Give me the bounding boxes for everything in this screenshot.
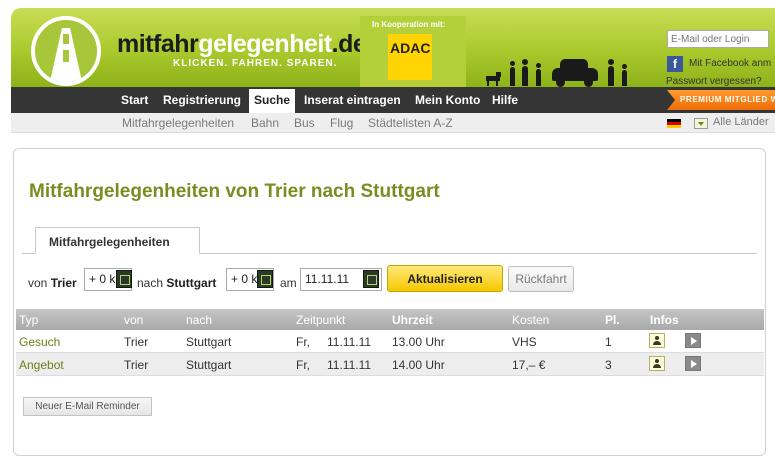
row-time: 14.00 Uhr	[392, 358, 445, 372]
main-nav: Start Registrierung Suche Inserat eintra…	[11, 87, 775, 113]
adac-logo[interactable]: ADAC	[388, 34, 432, 80]
col-typ[interactable]: Typ	[19, 313, 38, 327]
page-title: Mitfahrgelegenheiten von Trier nach Stut…	[29, 181, 440, 202]
row-day: Fr,	[296, 358, 310, 372]
row-day: Fr,	[296, 335, 310, 349]
date-label: am	[280, 276, 297, 290]
cooperation-label: In Kooperation mit:	[372, 20, 446, 29]
nav-item-registrierung[interactable]: Registrierung	[163, 93, 241, 107]
col-plaetze[interactable]: Pl.	[605, 313, 620, 327]
row-time: 13.00 Uhr	[392, 335, 445, 349]
col-kosten[interactable]: Kosten	[512, 313, 549, 327]
subnav-flug[interactable]: Flug	[330, 116, 353, 130]
facebook-icon[interactable]: f	[667, 56, 683, 72]
cooperation-box: In Kooperation mit: ADAC	[360, 16, 466, 87]
row-cost: 17,– €	[512, 358, 546, 372]
row-to: Stuttgart	[186, 358, 232, 372]
row-date: 11.11.11	[327, 335, 372, 349]
nav-item-inserat-eintragen[interactable]: Inserat eintragen	[304, 93, 401, 107]
calendar-icon[interactable]	[363, 270, 379, 288]
return-trip-button[interactable]: Rückfahrt	[508, 266, 574, 292]
col-zeitpunkt[interactable]: Zeitpunkt	[296, 313, 345, 327]
row-seats: 1	[605, 335, 612, 349]
row-type[interactable]: Gesuch	[19, 335, 60, 349]
country-select[interactable]: Alle Länder	[713, 116, 769, 128]
col-infos: Infos	[650, 313, 679, 327]
new-email-reminder-button[interactable]: Neuer E-Mail Reminder	[23, 397, 152, 416]
subnav-bus[interactable]: Bus	[294, 116, 315, 130]
row-from: Trier	[124, 335, 149, 349]
row-cost: VHS	[512, 335, 537, 349]
nav-item-mein-konto[interactable]: Mein Konto	[415, 93, 480, 107]
nav-item-suche[interactable]: Suche	[249, 89, 296, 113]
user-profile-icon[interactable]	[649, 356, 665, 371]
german-flag-icon[interactable]	[667, 119, 681, 128]
nav-item-start[interactable]: Start	[121, 93, 148, 107]
results-panel: Mitfahrgelegenheiten von Trier nach Stut…	[13, 148, 766, 456]
table-row[interactable]: Angebot Trier Stuttgart Fr, 11.11.11 14.…	[16, 353, 764, 376]
tagline: KLICKEN. FAHREN. SPAREN.	[173, 58, 338, 69]
arrow-right-icon[interactable]	[685, 356, 701, 371]
brand-logo[interactable]: mitfahrgelegenheit.de	[117, 30, 367, 59]
table-header: Typ von nach Zeitpunkt Uhrzeit Kosten Pl…	[16, 309, 764, 330]
people-car-silhouettes	[476, 56, 646, 87]
premium-member-banner[interactable]: PREMIUM MITGLIED W	[667, 90, 775, 110]
arrow-right-icon[interactable]	[685, 333, 701, 348]
to-radius-button[interactable]	[257, 270, 273, 288]
tab-mitfahrgelegenheiten[interactable]: Mitfahrgelegenheiten	[35, 227, 200, 254]
row-from: Trier	[124, 358, 149, 372]
update-button[interactable]: Aktualisieren	[387, 265, 503, 292]
row-seats: 3	[605, 358, 612, 372]
col-nach[interactable]: nach	[186, 313, 212, 327]
login-email-input[interactable]	[667, 30, 769, 48]
subnav-staedtelisten[interactable]: Städtelisten A-Z	[368, 116, 453, 130]
user-profile-icon[interactable]	[649, 333, 665, 348]
logo-road-icon[interactable]	[31, 16, 101, 86]
col-von[interactable]: von	[124, 313, 143, 327]
chevron-down-icon[interactable]	[694, 118, 708, 129]
facebook-login-link[interactable]: Mit Facebook anm	[689, 58, 771, 69]
col-uhrzeit[interactable]: Uhrzeit	[392, 313, 433, 327]
results-table: Typ von nach Zeitpunkt Uhrzeit Kosten Pl…	[16, 309, 764, 376]
subnav-bahn[interactable]: Bahn	[251, 116, 279, 130]
from-label: von Trier	[28, 276, 77, 290]
nav-item-hilfe[interactable]: Hilfe	[492, 93, 518, 107]
row-date: 11.11.11	[327, 358, 372, 372]
password-forgot-link[interactable]: Passwort vergessen?	[666, 76, 762, 87]
site-header: mitfahrgelegenheit.de KLICKEN. FAHREN. S…	[11, 8, 775, 87]
login-area: f Mit Facebook anm Passwort vergessen?	[664, 16, 775, 87]
from-radius-button[interactable]	[116, 270, 132, 288]
to-label: nach Stuttgart	[137, 276, 217, 290]
table-row[interactable]: Gesuch Trier Stuttgart Fr, 11.11.11 13.0…	[16, 330, 764, 353]
subnav-mitfahrgelegenheiten[interactable]: Mitfahrgelegenheiten	[122, 116, 234, 130]
row-to: Stuttgart	[186, 335, 232, 349]
row-type[interactable]: Angebot	[19, 358, 64, 372]
sub-nav: Mitfahrgelegenheiten Bahn Bus Flug Städt…	[11, 113, 775, 133]
